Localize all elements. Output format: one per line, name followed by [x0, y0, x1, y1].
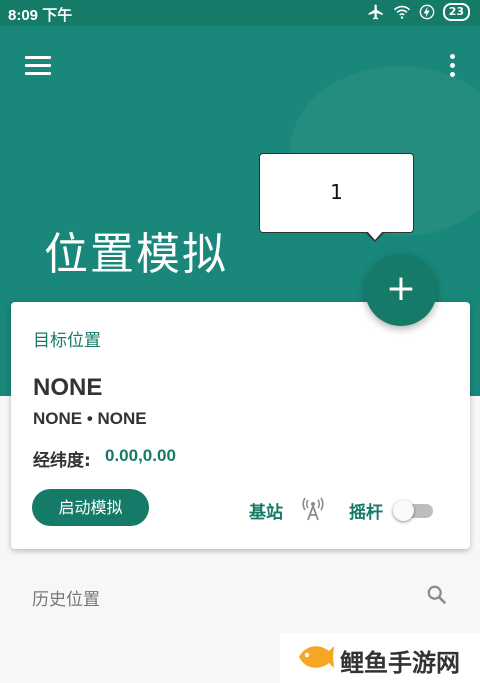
watermark-text: 鲤鱼手游网: [340, 649, 460, 677]
base-station-icon[interactable]: [301, 496, 325, 522]
start-simulation-button[interactable]: 启动模拟: [32, 489, 149, 526]
base-station-label: 基站: [249, 503, 283, 523]
menu-icon[interactable]: [25, 56, 51, 76]
joystick-toggle[interactable]: [393, 499, 435, 521]
add-location-fab[interactable]: +: [365, 254, 437, 326]
target-location-label: 目标位置: [33, 331, 101, 351]
battery-icon: 23: [442, 3, 470, 21]
tooltip-number: 1: [330, 180, 343, 204]
wifi-icon: [393, 5, 410, 19]
tooltip-tail-fill: [367, 231, 383, 240]
history-label: 历史位置: [32, 590, 100, 610]
coordinate-label: 经纬度:: [33, 451, 91, 471]
location-subtitle: NONE • NONE: [33, 409, 147, 428]
location-name: NONE: [33, 374, 103, 401]
tooltip-bubble: 1: [259, 153, 414, 233]
more-options-icon[interactable]: [446, 54, 458, 80]
search-icon[interactable]: [426, 584, 448, 606]
toggle-thumb: [393, 500, 414, 521]
status-bar: 8:09 下午 23: [0, 0, 480, 26]
joystick-label: 摇杆: [349, 503, 383, 523]
charging-icon: [419, 4, 435, 20]
fish-logo-icon: [299, 646, 334, 668]
coordinate-value: 0.00,0.00: [105, 446, 176, 465]
page-title: 位置模拟: [44, 229, 228, 280]
status-time: 8:09 下午: [8, 7, 73, 24]
status-icons: 23: [367, 3, 470, 21]
airplane-icon: [368, 4, 383, 20]
target-location-card: 目标位置 NONE NONE • NONE 经纬度: 0.00,0.00 启动模…: [11, 302, 470, 549]
